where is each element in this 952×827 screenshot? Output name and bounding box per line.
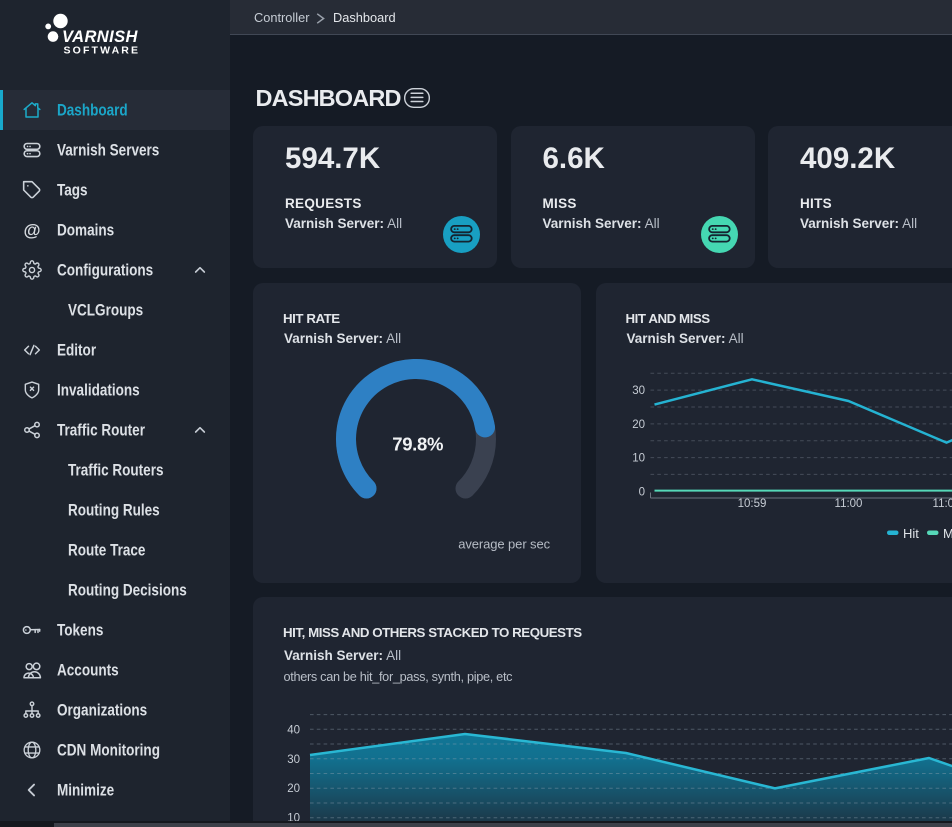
- svg-text:SOFTWARE: SOFTWARE: [64, 45, 141, 57]
- svg-text:VARNISH: VARNISH: [62, 28, 139, 46]
- svg-text:Hit: Hit: [903, 526, 919, 541]
- svg-text:40: 40: [287, 724, 300, 736]
- svg-text:20: 20: [287, 783, 300, 795]
- svg-text:10: 10: [632, 453, 645, 465]
- svg-text:20: 20: [632, 419, 645, 431]
- svg-text:11:01: 11:01: [932, 498, 952, 510]
- svg-text:average per sec: average per sec: [458, 537, 550, 552]
- svg-text:@: @: [23, 220, 40, 240]
- svg-text:10:59: 10:59: [737, 498, 766, 510]
- svg-text:30: 30: [632, 385, 645, 397]
- svg-text:11:00: 11:00: [834, 498, 862, 510]
- svg-text:79.8%: 79.8%: [392, 434, 443, 455]
- svg-text:30: 30: [287, 754, 300, 766]
- svg-text:Miss: Miss: [943, 526, 952, 541]
- svg-text:0: 0: [638, 486, 644, 498]
